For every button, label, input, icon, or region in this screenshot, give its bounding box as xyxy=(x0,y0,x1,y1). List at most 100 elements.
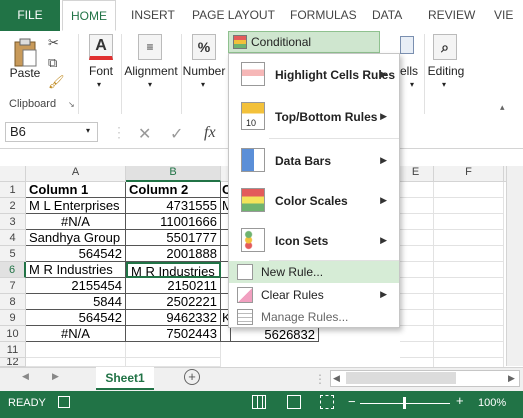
scroll-left-icon[interactable]: ◀ xyxy=(333,373,340,384)
cell-d10[interactable]: 5626832 xyxy=(231,326,319,342)
row-header[interactable]: 2 xyxy=(0,198,26,214)
scrollbar-thumb[interactable] xyxy=(346,372,456,384)
row-header[interactable]: 11 xyxy=(0,342,26,358)
cell-b7[interactable]: 2150211 xyxy=(126,278,221,294)
copy-icon[interactable]: ⧉ xyxy=(48,55,57,71)
page-layout-view-icon[interactable] xyxy=(287,395,301,409)
cell-a1[interactable]: Column 1 xyxy=(26,182,126,198)
alignment-button-label[interactable]: Alignment xyxy=(122,64,180,78)
menu-item-highlight-cells-rules[interactable]: Highlight Cells Rules ▶ xyxy=(229,58,399,90)
row-header[interactable]: 12 xyxy=(0,358,26,367)
cell-a9[interactable]: 564542 xyxy=(26,310,126,326)
cut-icon[interactable]: ✂ xyxy=(48,35,59,51)
cell-b9[interactable]: 9462332 xyxy=(126,310,221,326)
scroll-left-icon[interactable]: ◀ xyxy=(22,371,29,382)
row-header[interactable]: 6 xyxy=(0,262,26,278)
macro-record-icon[interactable] xyxy=(58,396,70,408)
cell-a11[interactable] xyxy=(26,342,126,358)
empty-cells-area[interactable] xyxy=(400,182,504,367)
select-all-corner[interactable] xyxy=(0,166,26,182)
menu-item-color-scales[interactable]: Color Scales ▶ xyxy=(229,182,399,218)
cell-b4[interactable]: 5501777 xyxy=(126,230,221,246)
tab-data[interactable]: DATA xyxy=(372,0,402,31)
zoom-level[interactable]: 100% xyxy=(478,397,506,409)
menu-item-clear-rules[interactable]: Clear Rules ▶ xyxy=(229,284,399,306)
menu-item-manage-rules[interactable]: Manage Rules... xyxy=(229,306,399,328)
tab-home[interactable]: HOME xyxy=(62,0,116,31)
cell-a7[interactable]: 2155454 xyxy=(26,278,126,294)
row-header[interactable]: 3 xyxy=(0,214,26,230)
font-button-label[interactable]: Font xyxy=(83,64,119,78)
column-header-e[interactable]: E xyxy=(398,166,434,182)
editing-button-label[interactable]: Editing xyxy=(426,64,466,78)
menu-item-icon-sets[interactable]: Icon Sets ▶ xyxy=(229,222,399,258)
cell-a4[interactable]: Sandhya Group xyxy=(26,230,126,246)
row-header[interactable]: 8 xyxy=(0,294,26,310)
cells-button-label[interactable]: ells xyxy=(400,64,418,78)
tab-formulas[interactable]: FORMULAS xyxy=(290,0,357,31)
cell-b12[interactable] xyxy=(126,358,221,367)
binoculars-icon[interactable]: ⌕ xyxy=(433,34,457,60)
menu-item-data-bars[interactable]: Data Bars ▶ xyxy=(229,142,399,178)
sheet-tab-sheet1[interactable]: Sheet1 xyxy=(96,367,154,390)
row-header[interactable]: 5 xyxy=(0,246,26,262)
font-icon[interactable]: A xyxy=(89,34,113,60)
insert-function-icon[interactable]: fx xyxy=(204,124,216,142)
cell-b2[interactable]: 4731555 xyxy=(126,198,221,214)
cell-b5[interactable]: 2001888 xyxy=(126,246,221,262)
column-header-a[interactable]: A xyxy=(26,166,126,182)
cell-a10[interactable]: #N/A xyxy=(26,326,126,342)
tab-review[interactable]: REVIEW xyxy=(428,0,475,31)
row-header[interactable]: 1 xyxy=(0,182,26,198)
cell-b8[interactable]: 2502221 xyxy=(126,294,221,310)
collapse-ribbon-icon[interactable]: ▴ xyxy=(500,102,505,113)
cell-b10[interactable]: 7502443 xyxy=(126,326,221,342)
cell-b3[interactable]: 11001666 xyxy=(126,214,221,230)
cell-a6[interactable]: M R Industries xyxy=(26,262,126,278)
submenu-arrow-icon: ▶ xyxy=(380,289,387,299)
menu-item-top-bottom-rules[interactable]: 10 Top/Bottom Rules ▶ xyxy=(229,98,399,134)
format-painter-icon[interactable]: 🖌 xyxy=(48,74,65,90)
conditional-formatting-button[interactable]: Conditional Formatting▾ xyxy=(228,31,380,69)
row-header[interactable]: 9 xyxy=(0,310,26,326)
menu-item-new-rule[interactable]: New Rule... xyxy=(229,261,399,283)
column-header-b[interactable]: B xyxy=(126,166,221,182)
name-box[interactable]: B6 xyxy=(5,122,98,142)
cells-icon[interactable] xyxy=(400,36,414,54)
scroll-right-icon[interactable]: ▶ xyxy=(52,371,59,382)
number-format-icon[interactable]: % xyxy=(192,34,216,60)
page-break-view-icon[interactable] xyxy=(320,395,334,409)
cell-a2[interactable]: M L Enterprises xyxy=(26,198,126,214)
cell-a8[interactable]: 5844 xyxy=(26,294,126,310)
cell-a3[interactable]: #N/A xyxy=(26,214,126,230)
add-sheet-icon[interactable]: + xyxy=(184,369,200,385)
dialog-launcher-icon[interactable]: ↘ xyxy=(68,100,75,109)
tab-file[interactable]: FILE xyxy=(0,0,60,31)
vertical-scrollbar[interactable] xyxy=(506,166,523,366)
cell-b6-active[interactable]: M R Industries xyxy=(126,262,221,278)
splitter-icon[interactable]: ⋮ xyxy=(314,372,326,386)
paste-button[interactable] xyxy=(12,38,38,68)
cell-c10[interactable] xyxy=(221,326,231,342)
tab-view[interactable]: VIE xyxy=(494,0,513,31)
tab-page-layout[interactable]: PAGE LAYOUT xyxy=(192,0,275,31)
cell-a5[interactable]: 564542 xyxy=(26,246,126,262)
cancel-icon[interactable]: ✕ xyxy=(138,124,151,144)
zoom-out-icon[interactable]: − xyxy=(348,394,356,409)
cell-b11[interactable] xyxy=(126,342,221,358)
zoom-in-icon[interactable]: + xyxy=(456,393,464,408)
row-header[interactable]: 4 xyxy=(0,230,26,246)
normal-view-icon[interactable] xyxy=(252,395,266,409)
cell-a12[interactable] xyxy=(26,358,126,367)
scroll-right-icon[interactable]: ▶ xyxy=(508,373,515,384)
cell-b1[interactable]: Column 2 xyxy=(126,182,221,198)
column-header-f[interactable]: F xyxy=(434,166,504,182)
number-button-label[interactable]: Number xyxy=(181,64,227,78)
chevron-down-icon[interactable]: ▾ xyxy=(86,126,90,135)
tab-insert[interactable]: INSERT xyxy=(131,0,175,31)
alignment-icon[interactable]: ≡ xyxy=(138,34,162,60)
row-header[interactable]: 7 xyxy=(0,278,26,294)
enter-icon[interactable]: ✓ xyxy=(170,124,183,144)
row-header[interactable]: 10 xyxy=(0,326,26,342)
zoom-slider-thumb[interactable] xyxy=(403,397,406,409)
